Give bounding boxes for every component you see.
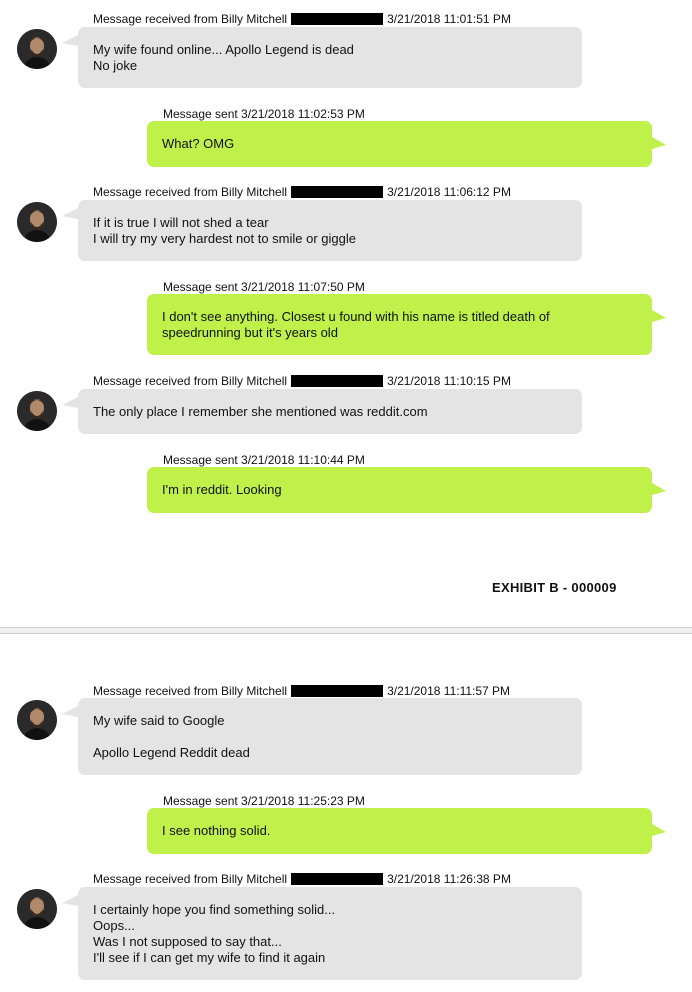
message-timestamp: 3/21/2018 11:11:57 PM xyxy=(387,684,511,698)
message-bubble: I'm in reddit. Looking xyxy=(147,467,652,513)
message-bubble: What? OMG xyxy=(147,121,652,167)
redaction-bar xyxy=(291,186,384,198)
message-text: The only place I remember she mentioned … xyxy=(93,403,428,419)
redaction-bar xyxy=(291,375,384,387)
page-break xyxy=(0,627,692,634)
message-text: I don't see anything. Closest u found wi… xyxy=(162,308,550,340)
message-header: Message sent 3/21/2018 11:25:23 PM xyxy=(163,794,365,808)
avatar-icon xyxy=(17,700,57,740)
message-header: Message sent 3/21/2018 11:07:50 PM xyxy=(163,280,365,294)
sender-label: Message received from Billy Mitchell xyxy=(93,185,288,199)
message-bubble: I certainly hope you find something soli… xyxy=(78,887,582,980)
message-header: Message sent 3/21/2018 11:10:44 PM xyxy=(163,453,365,467)
bubble-tail xyxy=(652,137,666,149)
message-text: My wife found online... Apollo Legend is… xyxy=(93,41,354,73)
redaction-bar xyxy=(291,873,384,885)
avatar-icon xyxy=(17,29,57,69)
message-bubble: My wife found online... Apollo Legend is… xyxy=(78,27,582,88)
message-text: I'm in reddit. Looking xyxy=(162,482,282,497)
bubble-tail xyxy=(62,208,78,219)
redaction-bar xyxy=(291,13,384,25)
sender-label: Message received from Billy Mitchell xyxy=(93,374,288,388)
message-bubble: If it is true I will not shed a tear I w… xyxy=(78,200,582,261)
message-text: My wife said to Google Apollo Legend Red… xyxy=(93,712,250,760)
message-timestamp: 3/21/2018 11:01:51 PM xyxy=(387,12,511,26)
message-bubble: The only place I remember she mentioned … xyxy=(78,389,582,434)
message-bubble: I see nothing solid. xyxy=(147,808,652,854)
bubble-tail xyxy=(62,397,78,408)
message-text: I certainly hope you find something soli… xyxy=(93,901,336,965)
avatar-icon xyxy=(17,202,57,242)
avatar-icon xyxy=(17,391,57,431)
message-header: Message received from Billy Mitchell 3/21… xyxy=(93,374,511,388)
redaction-bar xyxy=(291,685,384,697)
bubble-tail xyxy=(652,483,666,495)
sender-label: Message received from Billy Mitchell xyxy=(93,12,288,26)
message-header: Message received from Billy Mitchell 3/21… xyxy=(93,12,511,26)
message-header: Message sent 3/21/2018 11:02:53 PM xyxy=(163,107,365,121)
message-text: What? OMG xyxy=(162,136,235,151)
message-bubble: I don't see anything. Closest u found wi… xyxy=(147,294,652,355)
message-header: Message received from Billy Mitchell 3/21… xyxy=(93,185,511,199)
sender-label: Message received from Billy Mitchell xyxy=(93,872,288,886)
message-bubble: My wife said to Google Apollo Legend Red… xyxy=(78,698,582,775)
sender-label: Message received from Billy Mitchell xyxy=(93,684,288,698)
message-text: I see nothing solid. xyxy=(162,823,271,838)
bubble-tail xyxy=(652,310,666,322)
message-header: Message received from Billy Mitchell 3/21… xyxy=(93,684,510,698)
avatar-icon xyxy=(17,889,57,929)
message-header: Message received from Billy Mitchell 3/21… xyxy=(93,872,511,886)
bubble-tail xyxy=(62,35,78,46)
exhibit-label: EXHIBIT B - 000009 xyxy=(492,580,617,595)
message-timestamp: 3/21/2018 11:26:38 PM xyxy=(387,872,511,886)
bubble-tail xyxy=(62,895,78,906)
bubble-tail xyxy=(652,824,666,836)
message-text: If it is true I will not shed a tear I w… xyxy=(93,214,356,246)
message-timestamp: 3/21/2018 11:06:12 PM xyxy=(387,185,511,199)
bubble-tail xyxy=(62,706,78,717)
message-timestamp: 3/21/2018 11:10:15 PM xyxy=(387,374,511,388)
